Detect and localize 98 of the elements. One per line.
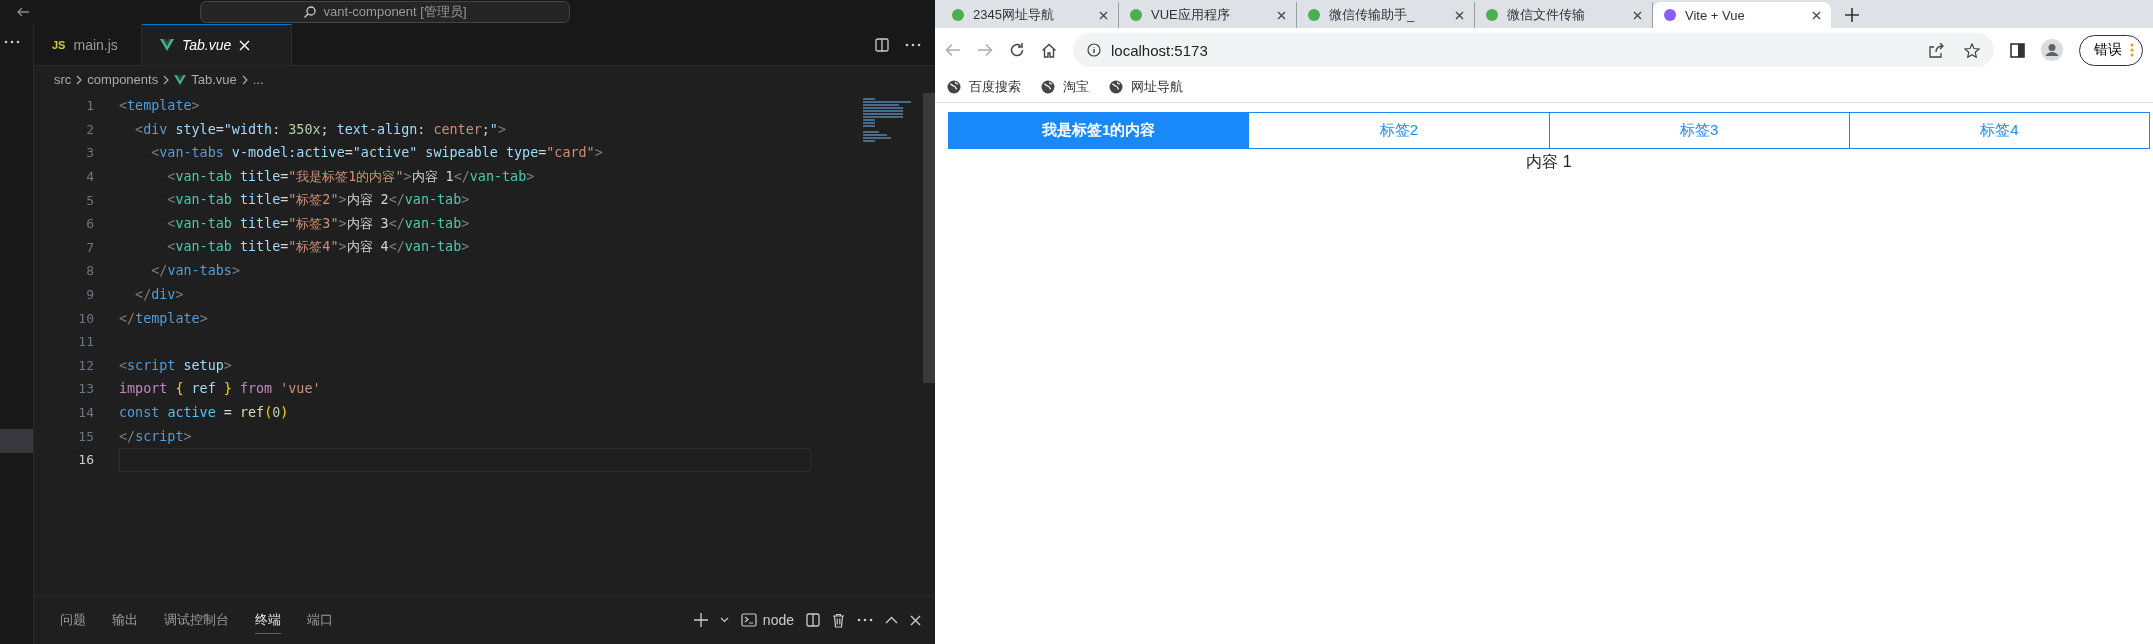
back-arrow-icon[interactable] xyxy=(16,7,30,17)
address-bar[interactable]: localhost:5173 xyxy=(1073,33,1994,67)
tab-content: 内容 1 xyxy=(1526,152,1572,172)
command-center[interactable]: vant-component [管理员] xyxy=(200,1,570,23)
line-number: 7 xyxy=(85,239,95,255)
code-line: <van-tab title="我是标签1的内容">内容 1</van-tab> xyxy=(166,167,535,186)
avatar-icon[interactable] xyxy=(2041,39,2063,61)
line-number: 11 xyxy=(77,334,95,350)
close-icon[interactable] xyxy=(1099,10,1108,20)
line-number: 3 xyxy=(85,145,95,161)
line-number: 13 xyxy=(77,381,95,397)
caret-icon[interactable] xyxy=(719,617,729,623)
more-icon[interactable] xyxy=(905,42,921,47)
line-number: 1 xyxy=(85,98,95,114)
breadcrumb-item[interactable]: Tab.vue xyxy=(191,72,237,87)
favicon-icon xyxy=(1485,8,1499,22)
terminal-icon xyxy=(740,613,757,627)
favicon-icon xyxy=(1307,8,1321,22)
browser-tab[interactable]: 2345网址导航 xyxy=(941,2,1119,28)
globe-icon xyxy=(1109,80,1123,94)
vue-logo-icon xyxy=(160,39,174,51)
line-number: 4 xyxy=(85,169,95,185)
search-icon xyxy=(303,5,318,19)
globe-icon xyxy=(947,80,961,94)
close-icon[interactable] xyxy=(1455,10,1464,20)
line-number: 2 xyxy=(85,121,95,137)
error-button[interactable]: 错误 xyxy=(2079,34,2143,66)
share-icon[interactable] xyxy=(1928,42,1944,58)
page-tab[interactable]: 我是标签1的内容 xyxy=(949,113,1249,148)
browser-tab[interactable]: 微信传输助手_ xyxy=(1297,2,1475,28)
code-line: <van-tabs v-model:active="active" swipeable type="card"> xyxy=(150,145,603,161)
window-title: vant-component [管理员] xyxy=(323,3,467,21)
code-line: <script setup> xyxy=(119,357,232,373)
code-line: <van-tab title="标签4">内容 4</van-tab> xyxy=(166,238,470,257)
bookmark[interactable]: 淘宝 xyxy=(1041,78,1089,96)
breadcrumb-item[interactable]: components xyxy=(87,72,159,87)
reload-icon[interactable] xyxy=(1009,42,1025,58)
favicon-icon xyxy=(951,8,965,22)
scrollbar[interactable] xyxy=(923,93,935,383)
panel-tab[interactable]: 终端 xyxy=(255,606,281,634)
close-icon[interactable] xyxy=(1277,10,1286,20)
breadcrumb-item[interactable]: ... xyxy=(252,72,264,87)
vue-logo-icon xyxy=(174,74,187,85)
globe-icon xyxy=(1041,80,1055,94)
split-editor-icon[interactable] xyxy=(875,37,889,52)
chevron-icon xyxy=(76,74,83,85)
code-line: </div> xyxy=(134,287,184,303)
star-icon[interactable] xyxy=(1964,42,1980,58)
split-terminal-icon[interactable] xyxy=(806,613,820,627)
code-line: </script> xyxy=(119,428,192,444)
browser-tab[interactable]: Vite + Vue xyxy=(1653,2,1831,28)
side-panel-icon[interactable] xyxy=(2010,42,2025,58)
more-icon[interactable] xyxy=(857,618,873,622)
code-line: </van-tabs> xyxy=(150,263,240,279)
more-icon[interactable] xyxy=(4,40,20,44)
panel-tab[interactable]: 输出 xyxy=(112,607,138,633)
line-number: 14 xyxy=(77,405,95,420)
code-line: <div style="width: 350x; text-align: center;"> xyxy=(134,121,506,137)
line-number: 15 xyxy=(77,428,95,444)
info-icon[interactable] xyxy=(1087,43,1101,57)
code-line: <van-tab title="标签2">内容 2</van-tab> xyxy=(166,191,470,210)
panel-tab[interactable]: 调试控制台 xyxy=(164,607,229,633)
page-tab[interactable]: 标签4 xyxy=(1848,113,2149,148)
code-line: import { ref } from 'vue' xyxy=(119,381,321,397)
chevron-icon xyxy=(241,74,248,85)
bookmark[interactable]: 百度搜索 xyxy=(947,78,1021,96)
browser-tab[interactable]: VUE应用程序 xyxy=(1119,2,1297,28)
line-number: 6 xyxy=(85,216,95,232)
activity-highlight xyxy=(0,429,33,453)
panel-tab[interactable]: 问题 xyxy=(60,607,86,633)
trash-icon[interactable] xyxy=(832,612,845,628)
page-tab[interactable]: 标签2 xyxy=(1248,113,1549,148)
breadcrumb-item[interactable]: src xyxy=(54,72,72,87)
line-number: 5 xyxy=(85,192,95,208)
line-number: 9 xyxy=(85,287,95,303)
close-icon[interactable] xyxy=(1812,10,1821,20)
code-line: const active = ref(0) xyxy=(119,405,289,420)
line-number: 12 xyxy=(77,357,95,373)
favicon-icon xyxy=(1663,8,1677,22)
code-line: </template> xyxy=(119,310,208,326)
plus-icon[interactable] xyxy=(693,613,708,627)
editor-tab[interactable]: Tab.vue xyxy=(142,24,292,65)
home-icon[interactable] xyxy=(1041,42,1057,58)
code-line: <template> xyxy=(119,98,200,114)
bookmark[interactable]: 网址导航 xyxy=(1109,78,1183,96)
chevron-up-icon[interactable] xyxy=(885,616,898,624)
line-number: 10 xyxy=(77,310,95,326)
terminal-name[interactable]: node xyxy=(762,612,794,628)
new-tab-icon[interactable] xyxy=(1845,8,1859,22)
line-number: 16 xyxy=(77,452,95,468)
favicon-icon xyxy=(1129,8,1143,22)
file-type-label: JS xyxy=(52,38,66,51)
page-tab[interactable]: 标签3 xyxy=(1548,113,1849,148)
panel-tab[interactable]: 端口 xyxy=(307,607,333,633)
line-number: 8 xyxy=(85,263,95,279)
chevron-icon xyxy=(163,74,170,85)
close-icon[interactable] xyxy=(1633,10,1642,20)
code-line: <van-tab title="标签3">内容 3</van-tab> xyxy=(166,214,470,233)
